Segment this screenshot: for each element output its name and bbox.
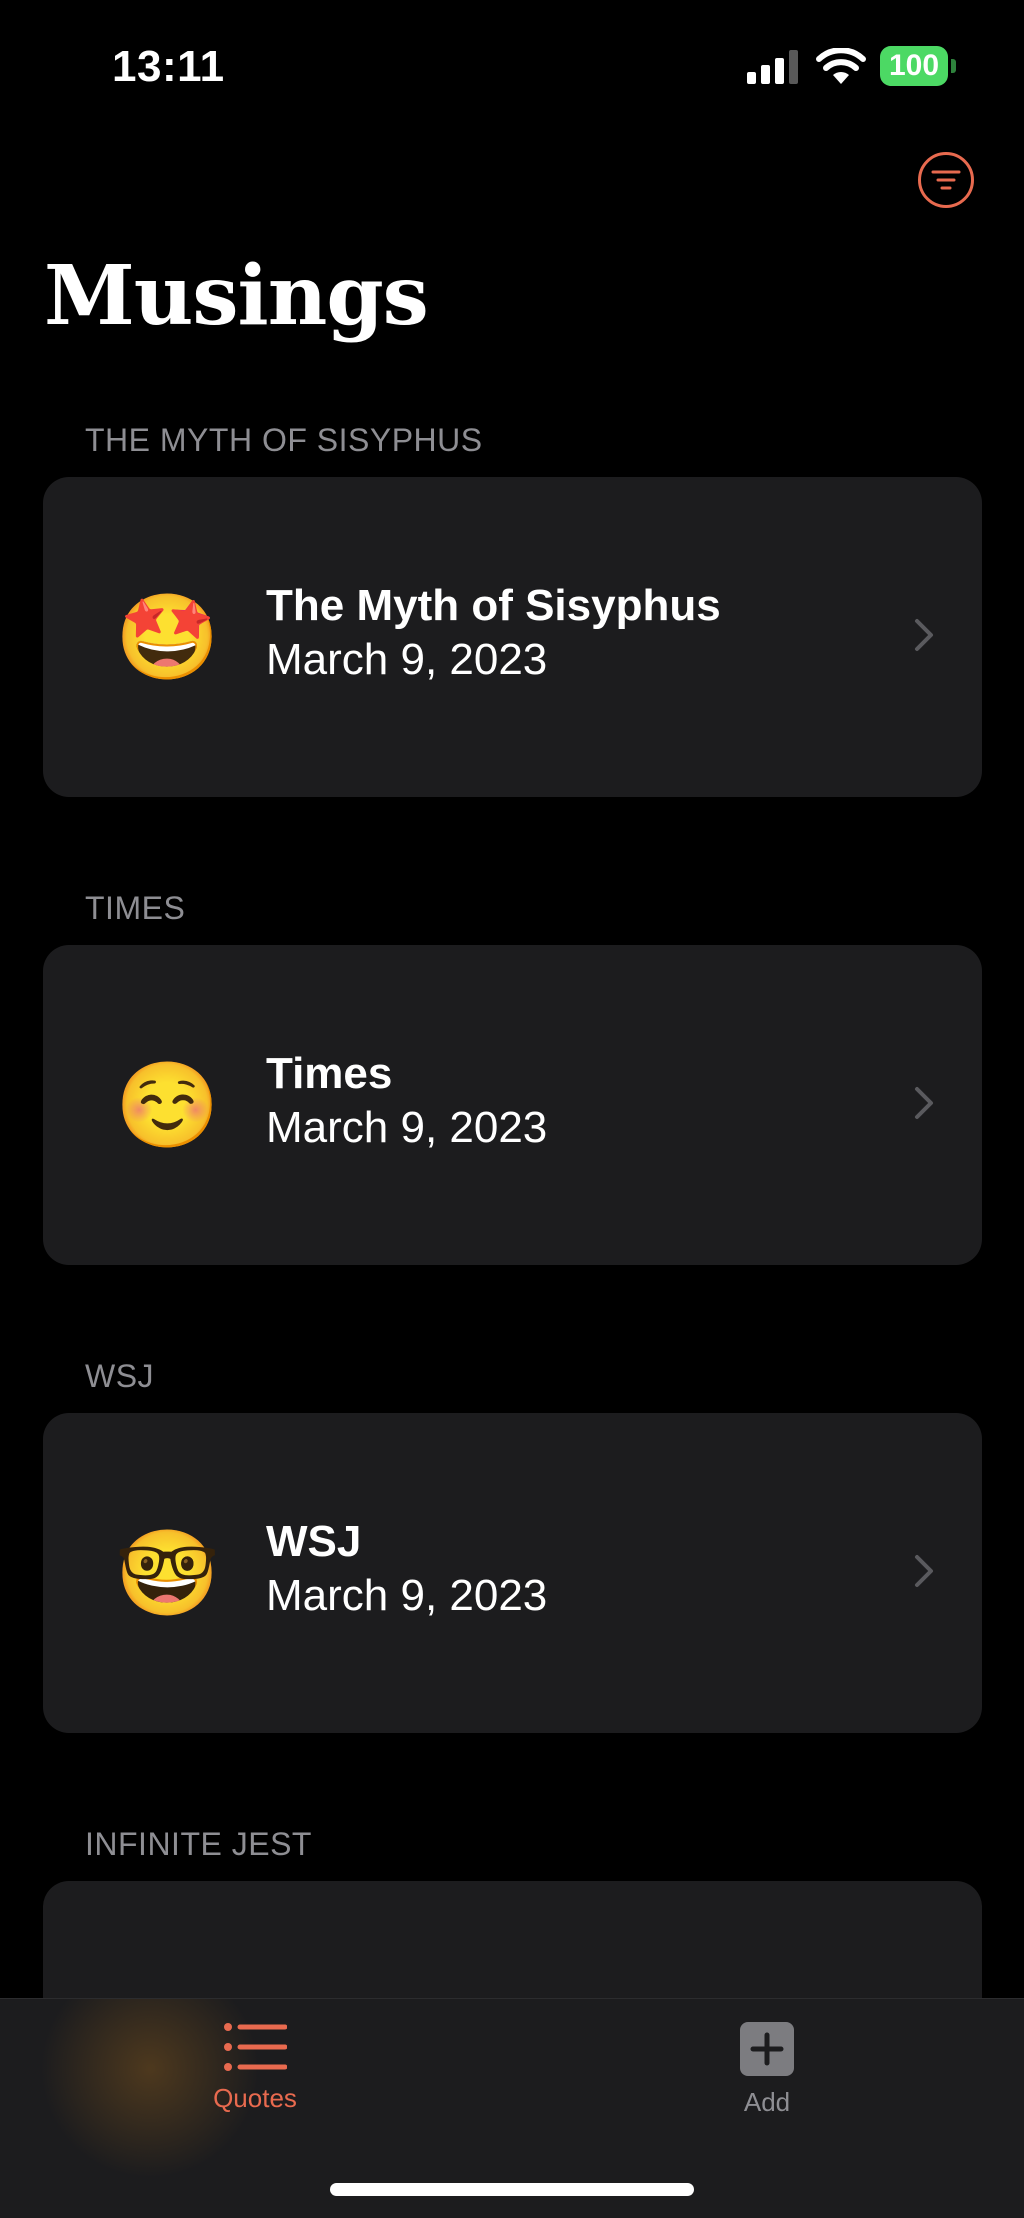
tab-add[interactable]: Add: [667, 2021, 867, 2141]
tab-quotes[interactable]: Quotes: [155, 2021, 355, 2141]
list-icon: [224, 2023, 287, 2071]
filter-icon: [931, 170, 961, 190]
plus-square-icon: [740, 2022, 794, 2076]
chevron-right-icon: [915, 1555, 933, 1587]
card-date: March 9, 2023: [266, 1571, 548, 1620]
section-header-infinite-jest: INFINITE JEST: [85, 1826, 312, 1862]
status-bar: 13:11 100: [0, 0, 1024, 130]
quote-card-wsj[interactable]: 🤓 WSJ March 9, 2023: [43, 1413, 982, 1733]
status-time: 13:11: [112, 42, 225, 91]
quote-card-myth-of-sisyphus[interactable]: 🤩 The Myth of Sisyphus March 9, 2023: [43, 477, 982, 797]
page-title: Musings: [44, 248, 429, 344]
quote-card-times[interactable]: ☺️ Times March 9, 2023: [43, 945, 982, 1265]
nerd-face-emoji-icon: 🤓: [115, 1526, 220, 1620]
card-title: The Myth of Sisyphus: [266, 581, 721, 630]
battery-cap: [951, 59, 956, 73]
chevron-right-icon: [915, 1087, 933, 1119]
filter-button[interactable]: [918, 152, 974, 208]
smiling-face-emoji-icon: ☺️: [115, 1058, 220, 1152]
section-header-wsj: WSJ: [85, 1358, 155, 1394]
card-date: March 9, 2023: [266, 1103, 548, 1152]
card-title: Times: [266, 1049, 393, 1098]
section-header-myth-of-sisyphus: THE MYTH OF SISYPHUS: [85, 422, 483, 458]
tab-label-add: Add: [743, 2087, 791, 2117]
section-header-times: TIMES: [85, 890, 186, 926]
battery-level: 100: [880, 46, 948, 86]
star-struck-emoji-icon: 🤩: [115, 590, 220, 684]
chevron-right-icon: [915, 619, 933, 651]
card-title: WSJ: [266, 1517, 362, 1566]
tab-label-quotes: Quotes: [213, 2083, 297, 2113]
card-date: March 9, 2023: [266, 635, 548, 684]
home-indicator[interactable]: [330, 2183, 694, 2196]
battery-icon: 100: [880, 46, 956, 86]
wifi-icon: [816, 48, 866, 84]
cellular-signal-icon: [747, 50, 798, 84]
